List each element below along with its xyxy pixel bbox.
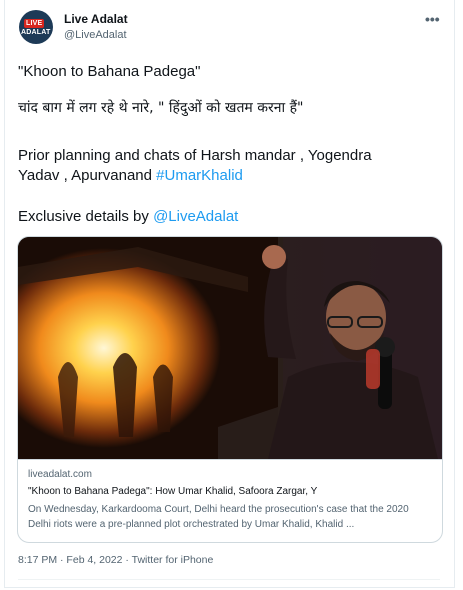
- link-card-description: On Wednesday, Karkardooma Court, Delhi h…: [28, 504, 409, 530]
- tweet-text-line-3: Prior planning and chats of Harsh mandar…: [18, 147, 372, 164]
- tweet-text-line-5-body: Exclusive details by: [18, 208, 154, 225]
- author-name[interactable]: Live Adalat: [64, 12, 128, 26]
- tweet-text-line-4: Yadav , Apurvanand #UmarKhalid: [18, 165, 243, 186]
- link-card[interactable]: liveadalat.com "Khoon to Bahana Padega":…: [17, 236, 443, 543]
- hashtag-link[interactable]: #UmarKhalid: [156, 167, 243, 184]
- link-card-image[interactable]: [18, 237, 442, 460]
- avatar[interactable]: LIVE ADALAT: [19, 10, 53, 44]
- link-card-domain: liveadalat.com: [28, 469, 92, 480]
- tweet-text-line-5: Exclusive details by @LiveAdalat: [18, 206, 238, 227]
- tweet-text-line-2: चांद बाग में लग रहे थे नारे, " हिंदुओं क…: [18, 100, 304, 116]
- avatar-logo-live: LIVE: [24, 19, 45, 28]
- divider: [18, 579, 440, 580]
- link-card-title: "Khoon to Bahana Padega": How Umar Khali…: [28, 486, 318, 497]
- author-handle[interactable]: @LiveAdalat: [64, 29, 127, 41]
- tweet-text-line-1: "Khoon to Bahana Padega": [18, 63, 201, 80]
- tweet-timestamp[interactable]: 8:17 PM · Feb 4, 2022 · Twitter for iPho…: [18, 554, 213, 566]
- tweet-text-line-4-body: Yadav , Apurvanand: [18, 167, 157, 184]
- more-horizontal-icon[interactable]: •••: [425, 11, 440, 27]
- avatar-logo-adalat: ADALAT: [21, 29, 51, 36]
- mention-link[interactable]: @LiveAdalat: [153, 208, 238, 225]
